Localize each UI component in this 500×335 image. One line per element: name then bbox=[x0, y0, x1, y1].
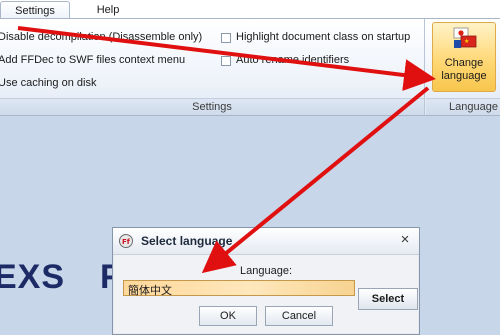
ribbon-tab-strip: Settings Help bbox=[0, 0, 500, 19]
close-icon[interactable]: × bbox=[398, 232, 412, 247]
tab-settings[interactable]: Settings bbox=[0, 1, 70, 19]
flags-icon: ★ bbox=[453, 27, 477, 48]
use-caching-option[interactable]: Use caching on disk bbox=[0, 77, 96, 89]
auto-rename-option[interactable]: Auto rename identifiers bbox=[236, 54, 349, 66]
splash-text-left: EXS bbox=[0, 258, 66, 296]
settings-group-label: Settings bbox=[192, 101, 232, 113]
ok-button[interactable]: OK bbox=[199, 306, 257, 326]
select-language-dialog: Ff Select language × Language: 簡体中文 Sele… bbox=[112, 227, 420, 335]
highlight-class-option[interactable]: Highlight document class on startup bbox=[236, 31, 410, 43]
change-language-button[interactable]: ★ Change language bbox=[432, 22, 496, 92]
dialog-title: Select language bbox=[141, 234, 233, 248]
language-group-label: Language bbox=[449, 101, 498, 113]
auto-rename-checkbox[interactable] bbox=[221, 56, 231, 66]
disable-decompilation-option[interactable]: Disable decompilation (Disassemble only) bbox=[0, 31, 202, 43]
change-language-label: Change language bbox=[441, 57, 487, 82]
app-icon: Ff bbox=[119, 234, 133, 248]
context-menu-option[interactable]: Add FFDec to SWF files context menu bbox=[0, 54, 185, 66]
svg-text:Ff: Ff bbox=[122, 238, 131, 246]
language-select[interactable]: 簡体中文 bbox=[123, 280, 355, 297]
dialog-titlebar[interactable]: Ff Select language × bbox=[113, 228, 419, 255]
select-button[interactable]: Select bbox=[358, 288, 418, 310]
ribbon: Disable decompilation (Disassemble only)… bbox=[0, 18, 500, 116]
cancel-button[interactable]: Cancel bbox=[265, 306, 333, 326]
language-label: Language: bbox=[240, 265, 292, 277]
highlight-class-checkbox[interactable] bbox=[221, 33, 231, 43]
tab-help[interactable]: Help bbox=[78, 1, 138, 19]
svg-text:★: ★ bbox=[464, 38, 469, 45]
settings-group: Disable decompilation (Disassemble only)… bbox=[0, 19, 425, 115]
selected-language-value: 簡体中文 bbox=[128, 285, 172, 297]
